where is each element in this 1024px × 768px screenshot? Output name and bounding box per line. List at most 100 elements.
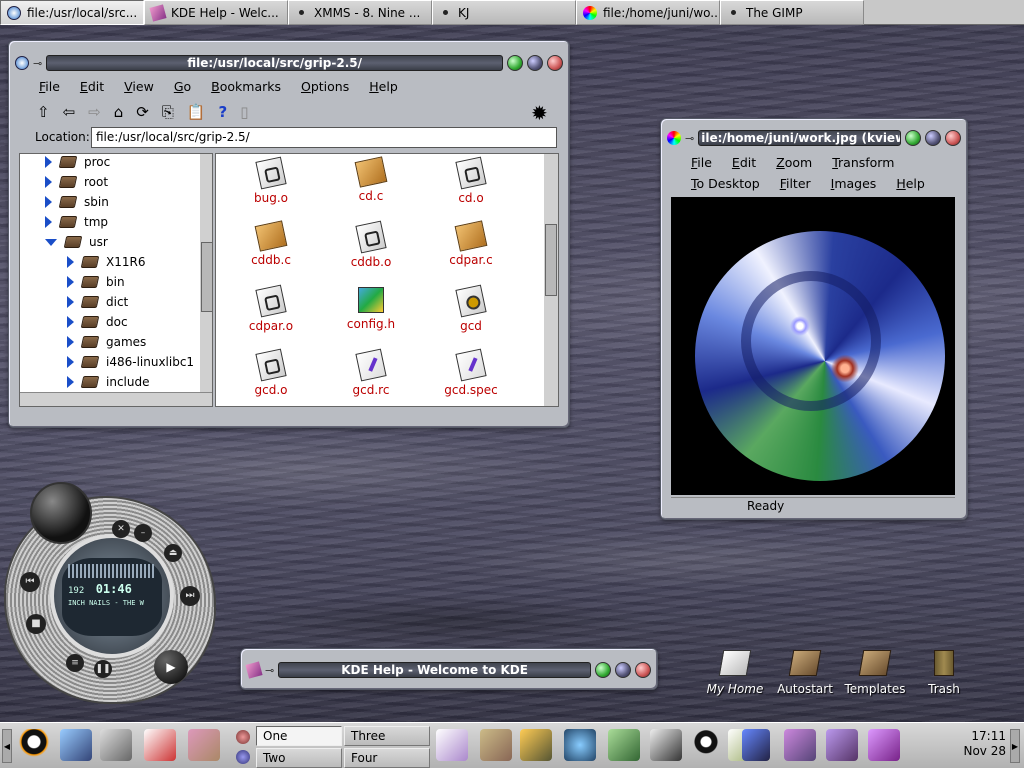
tree-item[interactable]: bin bbox=[67, 275, 125, 289]
help-book-icon[interactable] bbox=[868, 729, 900, 761]
close-button[interactable] bbox=[635, 662, 651, 678]
desktop-four-button[interactable]: Four bbox=[344, 748, 430, 768]
forward-arrow-icon[interactable]: ⇨ bbox=[88, 103, 101, 121]
tree-item[interactable]: usr bbox=[45, 235, 108, 249]
expand-arrow-icon[interactable] bbox=[67, 336, 74, 348]
paste-icon[interactable]: 📋 bbox=[187, 103, 206, 121]
playlist-icon[interactable]: ≡ bbox=[66, 654, 84, 672]
task-kde-help[interactable]: KDE Help - Welc... bbox=[144, 0, 288, 25]
maximize-button[interactable] bbox=[615, 662, 631, 678]
play-button[interactable]: ▶ bbox=[154, 650, 188, 684]
expand-arrow-icon[interactable] bbox=[45, 238, 57, 246]
menu-bookmarks[interactable]: Bookmarks bbox=[211, 79, 281, 94]
pin-icon[interactable]: ⊸ bbox=[265, 664, 274, 677]
stop-icon[interactable]: ▯ bbox=[240, 103, 248, 121]
expand-arrow-icon[interactable] bbox=[45, 176, 52, 188]
desktop-two-button[interactable]: Two bbox=[256, 748, 342, 768]
control-center-icon[interactable] bbox=[144, 729, 176, 761]
next-button[interactable]: ⏭ bbox=[180, 586, 200, 606]
file-item[interactable]: bug.o bbox=[226, 156, 316, 205]
file-item[interactable]: cddb.c bbox=[226, 220, 316, 267]
file-item[interactable]: cd.o bbox=[426, 156, 516, 205]
tree-item[interactable]: doc bbox=[67, 315, 128, 329]
clock[interactable]: 17:11 Nov 28 bbox=[950, 729, 1006, 759]
menu-help[interactable]: Help bbox=[369, 79, 398, 94]
eject-icon[interactable]: ⏏ bbox=[164, 544, 182, 562]
menu-view[interactable]: View bbox=[124, 79, 154, 94]
copy-icon[interactable]: ⎘ bbox=[162, 103, 174, 121]
files-vscroll-thumb[interactable] bbox=[545, 224, 557, 296]
task-filemanager[interactable]: file:/usr/local/src... bbox=[0, 0, 144, 25]
file-item[interactable]: gcd.rc bbox=[326, 348, 416, 397]
menu-go[interactable]: Go bbox=[174, 79, 191, 94]
menu-edit[interactable]: Edit bbox=[732, 155, 756, 170]
desktop-three-button[interactable]: Three bbox=[344, 726, 430, 746]
tree-item[interactable]: games bbox=[67, 335, 146, 349]
pin-icon[interactable]: ⊸ bbox=[33, 57, 42, 70]
image-canvas[interactable] bbox=[671, 197, 955, 495]
menu-zoom[interactable]: Zoom bbox=[776, 155, 812, 170]
stop-button[interactable]: ■ bbox=[26, 614, 46, 634]
location-input[interactable]: file:/usr/local/src/grip-2.5/ bbox=[91, 127, 557, 148]
expand-arrow-icon[interactable] bbox=[67, 376, 74, 388]
projector-icon[interactable] bbox=[520, 729, 552, 761]
tree-vscroll-thumb[interactable] bbox=[201, 242, 212, 312]
file-item[interactable]: cd.c bbox=[326, 156, 416, 203]
expand-arrow-icon[interactable] bbox=[67, 316, 74, 328]
tree-hscroll[interactable] bbox=[20, 392, 212, 406]
tree-item[interactable]: dict bbox=[67, 295, 128, 309]
help-icon[interactable]: ? bbox=[219, 103, 228, 121]
expand-arrow-icon[interactable] bbox=[45, 216, 52, 228]
mailbox-icon[interactable] bbox=[742, 729, 770, 761]
task-kview[interactable]: file:/home/juni/wo... bbox=[576, 0, 720, 25]
tree-item[interactable]: X11R6 bbox=[67, 255, 145, 269]
tree-item[interactable]: i486-linuxlibc1 bbox=[67, 355, 194, 369]
tree-item[interactable]: sbin bbox=[45, 195, 109, 209]
file-item[interactable]: gcd bbox=[426, 284, 516, 333]
tools-icon[interactable] bbox=[784, 729, 816, 761]
panel-hide-right-icon[interactable]: ▶ bbox=[1010, 729, 1020, 763]
menu-file[interactable]: File bbox=[691, 155, 712, 170]
file-manager-icon[interactable] bbox=[480, 729, 512, 761]
file-item[interactable]: gcd.o bbox=[226, 348, 316, 397]
expand-arrow-icon[interactable] bbox=[45, 156, 52, 168]
expand-arrow-icon[interactable] bbox=[67, 356, 74, 368]
desktop-icon-templates[interactable]: Templates bbox=[840, 650, 910, 696]
network-globe-icon[interactable] bbox=[564, 729, 596, 761]
task-xmms[interactable]: XMMS - 8. Nine ... bbox=[288, 0, 432, 25]
volume-knob-icon[interactable] bbox=[30, 482, 92, 544]
maximize-button[interactable] bbox=[925, 130, 941, 146]
prev-button[interactable]: ⏮ bbox=[20, 572, 40, 592]
tree-item[interactable]: root bbox=[45, 175, 108, 189]
desktop-icon-trash[interactable]: Trash bbox=[909, 650, 979, 696]
text-editor-icon[interactable] bbox=[436, 729, 468, 761]
terminal-icon[interactable] bbox=[650, 729, 682, 761]
maximize-button[interactable] bbox=[527, 55, 543, 71]
close-button[interactable] bbox=[547, 55, 563, 71]
desktop-icon-my-home[interactable]: My Home bbox=[700, 650, 770, 696]
menu-images[interactable]: Images bbox=[831, 176, 877, 191]
panel-hide-left-icon[interactable]: ◀ bbox=[2, 729, 12, 763]
file-item[interactable]: gcd.spec bbox=[426, 348, 516, 397]
task-gimp[interactable]: The GIMP bbox=[720, 0, 864, 25]
kview-titlebar[interactable]: ⊸ ile:/home/juni/work.jpg (kview bbox=[667, 126, 961, 150]
desktop-icon-autostart[interactable]: Autostart bbox=[770, 650, 840, 696]
package-icon[interactable] bbox=[188, 729, 220, 761]
gear-icon[interactable]: ✹ bbox=[531, 101, 548, 125]
reload-icon[interactable]: ⟳ bbox=[136, 103, 149, 121]
find-files-icon[interactable] bbox=[100, 729, 132, 761]
task-kj[interactable]: KJ bbox=[432, 0, 576, 25]
expand-arrow-icon[interactable] bbox=[67, 276, 74, 288]
file-item[interactable]: config.h bbox=[326, 287, 416, 331]
menu-to-desktop[interactable]: To Desktop bbox=[691, 176, 760, 191]
menu-file[interactable]: File bbox=[39, 79, 60, 94]
expand-arrow-icon[interactable] bbox=[45, 196, 52, 208]
pause-button[interactable]: ❚❚ bbox=[94, 660, 112, 678]
eraser-icon[interactable] bbox=[826, 729, 858, 761]
back-arrow-icon[interactable]: ⇦ bbox=[63, 103, 76, 121]
pin-icon[interactable]: ⊸ bbox=[685, 132, 694, 145]
tree-item[interactable]: include bbox=[67, 375, 149, 389]
tree-item[interactable]: proc bbox=[45, 155, 110, 169]
close-button[interactable] bbox=[945, 130, 961, 146]
minimize-icon[interactable]: – bbox=[134, 524, 152, 542]
